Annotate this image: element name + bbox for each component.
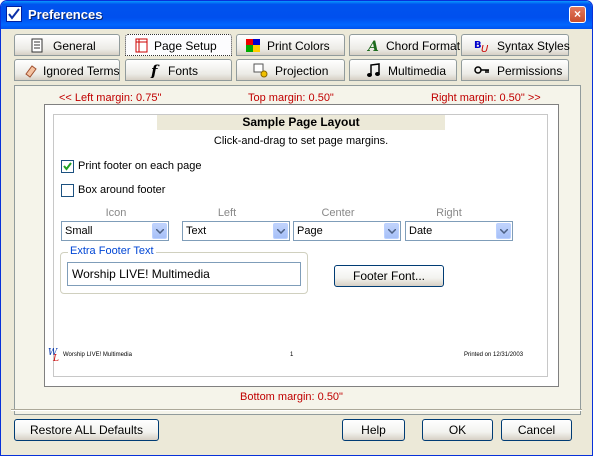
right-margin-label[interactable]: Right margin: 0.50" >> xyxy=(431,92,541,104)
print-footer-label[interactable]: Print footer on each page xyxy=(78,160,202,172)
top-margin-label[interactable]: Top margin: 0.50" xyxy=(248,92,334,104)
dialog-body: General Page Setup Print Colors A Chord … xyxy=(4,29,589,452)
left-margin-label[interactable]: << Left margin: 0.75" xyxy=(59,92,161,104)
center-column-header: Center xyxy=(321,207,355,219)
tab-permissions-label: Permissions xyxy=(497,64,563,78)
projection-icon xyxy=(253,63,269,78)
help-button[interactable]: Help xyxy=(342,419,405,441)
tab-chord-format[interactable]: A Chord Format xyxy=(349,34,461,56)
tab-general[interactable]: General xyxy=(14,34,120,56)
tab-ignored-terms-label: Ignored Terms xyxy=(43,64,120,78)
svg-text:L: L xyxy=(52,354,59,362)
tab-chord-format-label: Chord Format xyxy=(386,39,461,53)
syntax-styles-icon: BU xyxy=(474,38,490,55)
preview-footer-center: 1 xyxy=(290,352,294,358)
tab-print-colors[interactable]: Print Colors xyxy=(236,34,345,56)
preview-footer-right: Printed on 12/31/2003 xyxy=(464,352,524,358)
left-column-header: Left xyxy=(217,207,237,219)
sample-page-preview[interactable]: Sample Page Layout Click-and-drag to set… xyxy=(44,104,559,387)
print-footer-checkbox[interactable] xyxy=(61,160,74,173)
box-footer-checkbox[interactable] xyxy=(61,184,74,197)
chevron-down-icon[interactable] xyxy=(496,223,511,239)
app-check-icon xyxy=(6,6,22,22)
chevron-down-icon[interactable] xyxy=(152,223,167,239)
right-select[interactable]: Date xyxy=(405,221,513,241)
tab-permissions[interactable]: Permissions xyxy=(461,59,569,81)
tab-fonts-label: Fonts xyxy=(168,64,199,78)
icon-select[interactable]: Small xyxy=(61,221,169,241)
font-f-icon: f xyxy=(148,62,164,80)
music-note-icon xyxy=(366,63,382,78)
icon-select-value: Small xyxy=(65,225,93,237)
center-select-value: Page xyxy=(297,225,323,237)
tab-general-label: General xyxy=(53,39,96,53)
close-button[interactable]: × xyxy=(569,6,586,23)
right-select-value: Date xyxy=(409,225,433,237)
tab-syntax-styles-label: Syntax Styles xyxy=(497,39,570,53)
extra-footer-group: Extra Footer Text Worship LIVE! Multimed… xyxy=(60,245,308,294)
tab-fonts[interactable]: f Fonts xyxy=(125,59,232,81)
icon-column-header: Icon xyxy=(105,207,127,219)
sample-subtitle: Click-and-drag to set page margins. xyxy=(213,135,389,147)
window-title: Preferences xyxy=(28,7,103,22)
tab-multimedia-label: Multimedia xyxy=(388,64,447,78)
chevron-down-icon[interactable] xyxy=(273,223,288,239)
chevron-down-icon[interactable] xyxy=(384,223,399,239)
tab-projection-label: Projection xyxy=(275,64,329,78)
tab-page-setup-label: Page Setup xyxy=(154,39,217,53)
chord-a-icon: A xyxy=(366,38,382,55)
document-icon xyxy=(29,38,45,53)
right-column-header: Right xyxy=(436,207,462,219)
restore-defaults-button[interactable]: Restore ALL Defaults xyxy=(14,419,159,441)
button-separator xyxy=(11,409,582,411)
color-squares-icon xyxy=(245,38,261,53)
tab-ignored-terms[interactable]: Ignored Terms xyxy=(14,59,120,81)
key-icon xyxy=(474,63,490,78)
box-footer-label[interactable]: Box around footer xyxy=(78,184,165,196)
tab-multimedia[interactable]: Multimedia xyxy=(349,59,457,81)
tab-print-colors-label: Print Colors xyxy=(267,39,330,53)
tab-syntax-styles[interactable]: BU Syntax Styles xyxy=(461,34,570,56)
extra-footer-input[interactable]: Worship LIVE! Multimedia xyxy=(67,262,301,286)
svg-text:U: U xyxy=(481,44,489,53)
svg-text:A: A xyxy=(366,39,379,53)
eraser-icon xyxy=(23,63,39,78)
bottom-margin-label[interactable]: Bottom margin: 0.50" xyxy=(240,391,343,403)
footer-font-button[interactable]: Footer Font... xyxy=(334,265,444,287)
sample-title: Sample Page Layout xyxy=(157,115,445,130)
extra-footer-label: Extra Footer Text xyxy=(68,245,156,257)
svg-text:f: f xyxy=(150,63,160,78)
title-bar[interactable]: Preferences × xyxy=(1,1,592,29)
tab-page-setup[interactable]: Page Setup xyxy=(125,34,232,56)
center-select[interactable]: Page xyxy=(293,221,401,241)
preview-footer-left: Worship LIVE! Multimedia xyxy=(63,352,132,358)
preferences-window: Preferences × General Page Setup Print C… xyxy=(0,0,593,456)
cancel-button[interactable]: Cancel xyxy=(501,419,572,441)
page-setup-panel: << Left margin: 0.75" Top margin: 0.50" … xyxy=(14,85,581,415)
worship-live-logo-icon: WL xyxy=(48,346,61,364)
left-select[interactable]: Text xyxy=(182,221,290,241)
left-select-value: Text xyxy=(186,225,207,237)
ok-button[interactable]: OK xyxy=(422,419,493,441)
tab-projection[interactable]: Projection xyxy=(236,59,345,81)
page-setup-icon xyxy=(134,38,150,53)
